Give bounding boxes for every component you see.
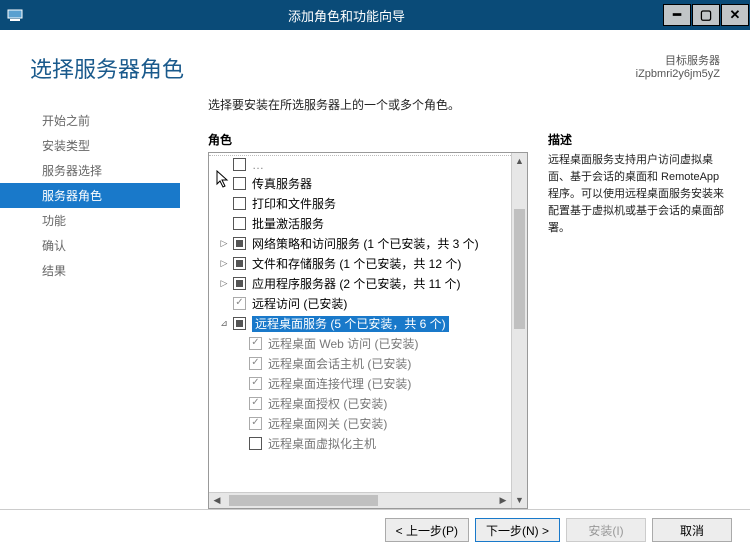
- description-column-header: 描述: [548, 131, 730, 148]
- previous-button[interactable]: < 上一步(P): [385, 518, 469, 542]
- role-label: 文件和存储服务 (1 个已安装，共 12 个): [252, 255, 511, 272]
- roles-scroll-area[interactable]: … 传真服务器打印和文件服务批量激活服务 ▷ 网络策略和访问服务 (1 个已安装，共 …: [209, 153, 511, 508]
- role-checkbox[interactable]: [233, 257, 246, 270]
- window-icon: [0, 0, 30, 30]
- horizontal-scrollbar[interactable]: ◀ ▶: [209, 492, 511, 508]
- role-row[interactable]: ▷ 网络策略和访问服务 (1 个已安装，共 3 个): [209, 233, 511, 253]
- sidebar-item-3[interactable]: 服务器角色: [0, 183, 180, 208]
- instruction-text: 选择要安装在所选服务器上的一个或多个角色。: [208, 96, 730, 113]
- sidebar-item-0[interactable]: 开始之前: [0, 108, 180, 133]
- role-label: 远程桌面服务 (5 个已安装，共 6 个): [252, 315, 511, 332]
- scroll-up-icon[interactable]: ▲: [512, 153, 527, 169]
- role-label: 远程桌面授权 (已安装): [268, 395, 511, 412]
- vertical-scroll-thumb[interactable]: [514, 209, 525, 329]
- role-checkbox[interactable]: [249, 337, 262, 350]
- roles-listbox: … 传真服务器打印和文件服务批量激活服务 ▷ 网络策略和访问服务 (1 个已安装，共 …: [208, 152, 528, 509]
- role-checkbox[interactable]: [249, 397, 262, 410]
- page-header: 选择服务器角色 目标服务器 iZpbmri2y6jm5yZ: [0, 30, 750, 96]
- checkbox: [233, 158, 246, 171]
- role-label: 远程访问 (已安装): [252, 295, 511, 312]
- sidebar-item-1[interactable]: 安装类型: [0, 133, 180, 158]
- role-row[interactable]: 远程桌面授权 (已安装): [209, 393, 511, 413]
- tree-expander-icon[interactable]: ▷: [219, 238, 229, 249]
- role-checkbox[interactable]: [249, 377, 262, 390]
- role-checkbox[interactable]: [233, 237, 246, 250]
- role-label: 远程桌面 Web 访问 (已安装): [268, 335, 511, 352]
- role-label: 应用程序服务器 (2 个已安装，共 11 个): [252, 275, 511, 292]
- page-title: 选择服务器角色: [30, 52, 184, 84]
- sidebar-item-5[interactable]: 确认: [0, 233, 180, 258]
- description-panel: 远程桌面服务支持用户访问虚拟桌面、基于会话的桌面和 RemoteApp 程序。可…: [548, 152, 730, 509]
- maximize-button[interactable]: ▢: [692, 4, 720, 26]
- role-checkbox[interactable]: [249, 437, 262, 450]
- role-row[interactable]: 远程访问 (已安装): [209, 293, 511, 313]
- role-checkbox[interactable]: [233, 277, 246, 290]
- role-checkbox[interactable]: [233, 297, 246, 310]
- horizontal-scroll-thumb[interactable]: [229, 495, 378, 506]
- roles-column-header: 角色: [208, 131, 528, 148]
- sidebar-item-4[interactable]: 功能: [0, 208, 180, 233]
- role-label: 远程桌面会话主机 (已安装): [268, 355, 511, 372]
- window-titlebar: 添加角色和功能向导 ━ ▢ ✕: [0, 0, 750, 30]
- role-row[interactable]: 远程桌面连接代理 (已安装): [209, 373, 511, 393]
- role-label: 网络策略和访问服务 (1 个已安装，共 3 个): [252, 235, 511, 252]
- target-server-value: iZpbmri2y6jm5yZ: [636, 68, 720, 80]
- cancel-button[interactable]: 取消: [652, 518, 732, 542]
- sidebar-item-2[interactable]: 服务器选择: [0, 158, 180, 183]
- window-controls: ━ ▢ ✕: [663, 4, 750, 26]
- role-checkbox[interactable]: [233, 217, 246, 230]
- role-label: 远程桌面网关 (已安装): [268, 415, 511, 432]
- role-row[interactable]: ⊿ 远程桌面服务 (5 个已安装，共 6 个): [209, 313, 511, 333]
- role-row[interactable]: 远程桌面 Web 访问 (已安装): [209, 333, 511, 353]
- role-label: 远程桌面连接代理 (已安装): [268, 375, 511, 392]
- role-label: 远程桌面虚拟化主机: [268, 435, 511, 452]
- role-label: 传真服务器: [252, 175, 511, 192]
- tree-expander-icon[interactable]: ▷: [219, 258, 229, 269]
- target-server-label: 目标服务器: [636, 52, 720, 68]
- scroll-left-icon[interactable]: ◀: [209, 493, 225, 508]
- target-server-info: 目标服务器 iZpbmri2y6jm5yZ: [636, 52, 720, 84]
- wizard-sidebar: 开始之前安装类型服务器选择服务器角色功能确认结果: [0, 96, 180, 509]
- main-panel: 选择要安装在所选服务器上的一个或多个角色。 角色 描述 … 传真服务器打印和文件服…: [180, 96, 730, 509]
- scroll-down-icon[interactable]: ▼: [512, 492, 527, 508]
- window-title: 添加角色和功能向导: [30, 6, 663, 25]
- tree-expander-icon[interactable]: ⊿: [219, 318, 229, 329]
- sidebar-item-6[interactable]: 结果: [0, 258, 180, 283]
- wizard-footer: < 上一步(P) 下一步(N) > 安装(I) 取消: [0, 509, 750, 552]
- role-checkbox[interactable]: [249, 417, 262, 430]
- scroll-right-icon[interactable]: ▶: [495, 493, 511, 508]
- role-row[interactable]: ▷ 文件和存储服务 (1 个已安装，共 12 个): [209, 253, 511, 273]
- minimize-button[interactable]: ━: [663, 4, 691, 26]
- role-row[interactable]: ▷ 应用程序服务器 (2 个已安装，共 11 个): [209, 273, 511, 293]
- next-button[interactable]: 下一步(N) >: [475, 518, 560, 542]
- role-checkbox[interactable]: [233, 177, 246, 190]
- role-row[interactable]: 传真服务器: [209, 173, 511, 193]
- role-row[interactable]: 远程桌面网关 (已安装): [209, 413, 511, 433]
- role-row[interactable]: 批量激活服务: [209, 213, 511, 233]
- role-row-cutoff: …: [209, 155, 511, 173]
- content-area: 选择服务器角色 目标服务器 iZpbmri2y6jm5yZ 开始之前安装类型服务…: [0, 30, 750, 552]
- role-label: 打印和文件服务: [252, 195, 511, 212]
- role-checkbox[interactable]: [233, 317, 246, 330]
- role-row[interactable]: 远程桌面会话主机 (已安装): [209, 353, 511, 373]
- role-row[interactable]: 远程桌面虚拟化主机: [209, 433, 511, 453]
- vertical-scrollbar[interactable]: ▲ ▼: [511, 153, 527, 508]
- close-button[interactable]: ✕: [721, 4, 749, 26]
- role-checkbox[interactable]: [249, 357, 262, 370]
- role-row[interactable]: 打印和文件服务: [209, 193, 511, 213]
- role-label: 批量激活服务: [252, 215, 511, 232]
- role-checkbox[interactable]: [233, 197, 246, 210]
- install-button[interactable]: 安装(I): [566, 518, 646, 542]
- tree-expander-icon[interactable]: ▷: [219, 278, 229, 289]
